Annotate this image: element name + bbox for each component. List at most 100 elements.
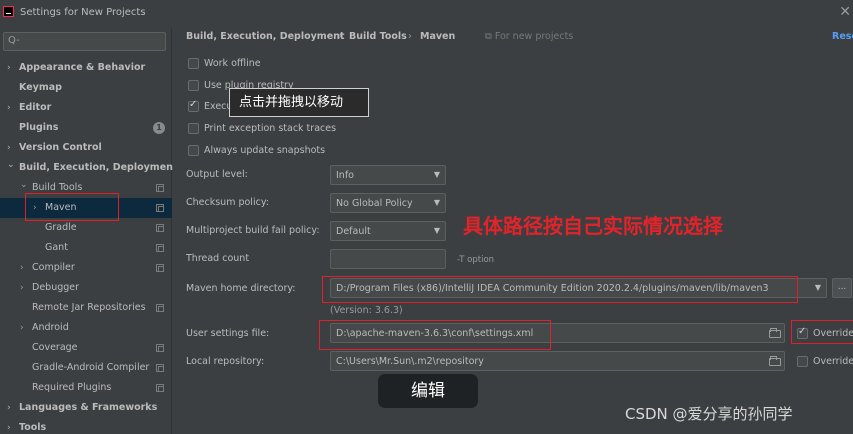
sidebar-item-label: Build, Execution, Deployment	[19, 162, 178, 173]
window-title: Settings for New Projects	[20, 7, 146, 18]
user-settings-label: User settings file:	[186, 328, 270, 339]
highlight-box	[319, 320, 551, 350]
chevron-right-icon[interactable]: ›	[7, 98, 11, 118]
intellij-logo-icon	[3, 6, 14, 17]
scope-label: For new projects	[494, 31, 574, 42]
breadcrumb-item: Build, Execution, Deployment	[186, 31, 345, 42]
output-level-value: Info	[336, 170, 354, 181]
chevron-down-icon[interactable]: ⌄	[7, 155, 15, 175]
update-snapshots-checkbox[interactable]	[188, 145, 199, 156]
sidebar-item-label: Version Control	[19, 142, 102, 153]
drag-tooltip[interactable]: 点击并拖拽以移动	[229, 88, 369, 117]
browse-button[interactable]: ...	[832, 278, 852, 298]
checksum-policy-value: No Global Policy	[336, 198, 413, 209]
chevron-right-icon[interactable]: ›	[20, 318, 24, 338]
csdn-watermark: CSDN @爱分享的孙同学	[625, 405, 793, 423]
folder-icon[interactable]	[769, 356, 781, 366]
execute-recursively-checkbox[interactable]	[188, 99, 199, 112]
sidebar-item-label: Languages & Frameworks	[19, 402, 158, 413]
project-scope-icon	[156, 204, 164, 212]
work-offline-checkbox[interactable]	[188, 58, 199, 69]
project-scope-icon	[156, 364, 164, 372]
breadcrumb-item: Build Tools	[349, 31, 407, 42]
sidebar-item-tools[interactable]: › Tools	[0, 418, 172, 434]
project-scope-icon	[156, 224, 164, 232]
fail-policy-value: Default	[336, 226, 371, 237]
project-scope-icon	[156, 304, 164, 312]
close-icon[interactable]: ✕	[839, 4, 851, 20]
stack-traces-label: Print exception stack traces	[204, 123, 337, 134]
thread-count-label: Thread count	[186, 253, 250, 264]
sidebar-item-label: Tools	[19, 422, 47, 433]
maven-home-label: Maven home directory:	[186, 283, 296, 294]
folder-icon[interactable]	[769, 328, 781, 338]
sidebar-item-label: Remote Jar Repositories	[32, 302, 146, 313]
project-scope-icon	[156, 264, 164, 272]
sidebar-item-debugger[interactable]: › Debugger	[0, 278, 172, 298]
chevron-down-icon: ▼	[433, 170, 440, 179]
sidebar-item-coverage[interactable]: Coverage	[0, 338, 172, 358]
stack-traces-checkbox[interactable]	[188, 123, 199, 134]
override-repo-label: Override	[813, 356, 853, 367]
sidebar-item-label: Editor	[19, 102, 52, 113]
settings-sidebar: Q- › Appearance & Behavior Keymap › Edit…	[0, 28, 177, 434]
project-scope-icon	[156, 244, 164, 252]
fail-policy-select[interactable]: Default ▼	[330, 221, 446, 241]
sidebar-item-gant[interactable]: Gant	[0, 238, 172, 258]
breadcrumb-item: Maven	[420, 31, 456, 42]
sidebar-item-keymap[interactable]: Keymap	[0, 78, 172, 98]
local-repo-input[interactable]: C:\Users\Mr.Sun\.m2\repository	[330, 351, 785, 371]
sidebar-item-required-plugins[interactable]: Required Plugins	[0, 378, 172, 398]
chevron-right-icon[interactable]: ›	[7, 418, 11, 434]
project-scope-icon	[156, 344, 164, 352]
output-level-select[interactable]: Info ▼	[330, 165, 446, 185]
sidebar-item-compiler[interactable]: › Compiler	[0, 258, 172, 278]
search-input[interactable]: Q-	[3, 32, 166, 51]
highlight-box	[322, 276, 798, 303]
edit-button[interactable]: 编辑	[378, 374, 478, 408]
chevron-down-icon[interactable]: ⌄	[20, 175, 28, 195]
local-repo-value: C:\Users\Mr.Sun\.m2\repository	[336, 356, 484, 367]
chevron-right-icon[interactable]: ›	[7, 398, 11, 418]
plugin-registry-checkbox[interactable]	[188, 80, 199, 91]
update-count-badge: 1	[153, 122, 165, 134]
checksum-policy-select[interactable]: No Global Policy ▼	[330, 193, 446, 213]
sidebar-item-label: Required Plugins	[32, 382, 112, 393]
work-offline-label: Work offline	[204, 58, 261, 69]
sidebar-item-android[interactable]: › Android	[0, 318, 172, 338]
sidebar-item-label: Plugins	[19, 122, 59, 133]
path-annotation: 具体路径按自己实际情况选择	[463, 214, 723, 238]
chevron-down-icon[interactable]: ▼	[815, 283, 821, 292]
search-icon: Q-	[8, 35, 20, 46]
sidebar-item-label: Gradle-Android Compiler	[32, 362, 150, 373]
sidebar-item-languages[interactable]: › Languages & Frameworks	[0, 398, 172, 418]
local-repo-label: Local repository:	[186, 356, 265, 367]
sidebar-item-label: Appearance & Behavior	[19, 62, 146, 73]
thread-count-input[interactable]	[330, 249, 446, 269]
chevron-down-icon: ▼	[433, 226, 440, 235]
sidebar-item-label: Debugger	[32, 282, 80, 293]
project-scope-icon	[156, 184, 164, 192]
output-level-label: Output level:	[186, 169, 248, 180]
sidebar-item-plugins[interactable]: Plugins 1	[0, 118, 172, 138]
sidebar-item-version-control[interactable]: › Version Control	[0, 138, 172, 158]
fail-policy-label: Multiproject build fail policy:	[186, 225, 320, 236]
sidebar-item-label: Coverage	[32, 342, 78, 353]
sidebar-item-appearance[interactable]: › Appearance & Behavior	[0, 58, 172, 78]
sidebar-item-gradle-android[interactable]: Gradle-Android Compiler	[0, 358, 172, 378]
chevron-right-icon[interactable]: ›	[7, 58, 11, 78]
chevron-down-icon: ▼	[433, 198, 440, 207]
chevron-right-icon[interactable]: ›	[20, 258, 24, 278]
sidebar-item-gradle[interactable]: Gradle	[0, 218, 172, 238]
chevron-right-icon[interactable]: ›	[20, 278, 24, 298]
scope-note: ⧉ For new projects	[485, 31, 574, 42]
project-scope-icon	[156, 384, 164, 392]
maven-version-label: (Version: 3.6.3)	[330, 305, 403, 316]
sidebar-item-label: Keymap	[19, 82, 62, 93]
reset-link[interactable]: Rese	[832, 31, 853, 42]
override-repo-checkbox[interactable]	[797, 356, 808, 367]
sidebar-item-remote-jar[interactable]: Remote Jar Repositories	[0, 298, 172, 318]
sidebar-item-label: Android	[32, 322, 69, 333]
breadcrumb-separator: ›	[408, 31, 412, 42]
sidebar-item-editor[interactable]: › Editor	[0, 98, 172, 118]
